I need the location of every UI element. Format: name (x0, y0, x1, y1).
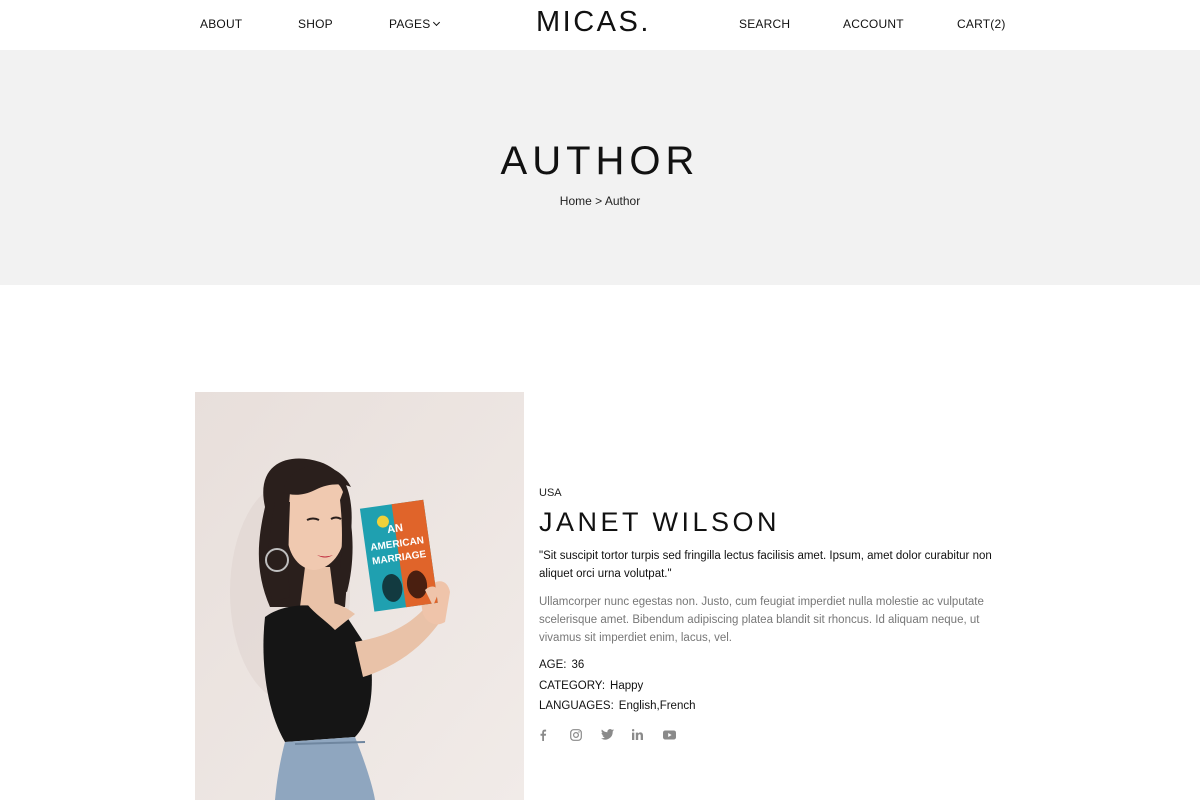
breadcrumb: Home > Author (0, 194, 1200, 208)
nav-cart[interactable]: CART(2) (957, 17, 1006, 31)
detail-age: AGE: 36 (539, 655, 1009, 676)
twitter-icon[interactable] (601, 728, 632, 742)
detail-value: Happy (610, 679, 644, 692)
nav-pages-dropdown[interactable]: PAGES (389, 17, 441, 31)
author-info: USA JANET WILSON "Sit suscipit tortor tu… (539, 486, 1009, 742)
author-country: USA (539, 487, 562, 499)
author-description: Ullamcorper nunc egestas non. Justo, cum… (539, 596, 984, 644)
detail-label: CATEGORY: (539, 679, 606, 692)
instagram-icon[interactable] (570, 728, 601, 742)
detail-label: LANGUAGES: (539, 700, 614, 712)
page-title: AUTHOR (500, 139, 700, 183)
author-photo: AN AMERICAN MARRIAGE (195, 392, 524, 800)
breadcrumb-current: Author (604, 194, 641, 208)
author-photo-illustration: AN AMERICAN MARRIAGE (195, 392, 524, 800)
detail-value: 36 (571, 659, 585, 671)
site-logo[interactable]: MICAS. (536, 6, 651, 39)
book-title-line1: AN (386, 522, 403, 536)
nav-account[interactable]: ACCOUNT (843, 17, 904, 31)
page-hero: AUTHOR Home > Author (0, 50, 1200, 285)
youtube-icon[interactable] (663, 728, 694, 742)
linkedin-icon[interactable] (632, 728, 663, 742)
author-details: AGE: 36 CATEGORY: Happy LANGUAGES: English,… (539, 655, 1009, 717)
breadcrumb-home[interactable]: Home (560, 194, 592, 208)
author-quote: "Sit suscipit tortor turpis sed fringill… (539, 550, 992, 580)
detail-category: CATEGORY: Happy (539, 676, 1009, 697)
chevron-down-icon (433, 18, 441, 27)
site-header: ABOUT SHOP PAGES MICAS. SEARCH ACCOUNT C… (0, 0, 1200, 50)
social-links (539, 728, 1009, 742)
author-name: JANET WILSON (539, 507, 781, 537)
nav-about[interactable]: ABOUT (200, 17, 242, 31)
breadcrumb-separator: > (595, 194, 603, 208)
detail-label: AGE: (539, 659, 567, 671)
facebook-icon[interactable] (539, 728, 570, 742)
detail-languages: LANGUAGES: English,French (539, 696, 1009, 717)
nav-pages-label: PAGES (389, 17, 431, 31)
nav-shop[interactable]: SHOP (298, 17, 333, 31)
detail-value: English,French (618, 700, 696, 712)
nav-search[interactable]: SEARCH (739, 17, 790, 31)
